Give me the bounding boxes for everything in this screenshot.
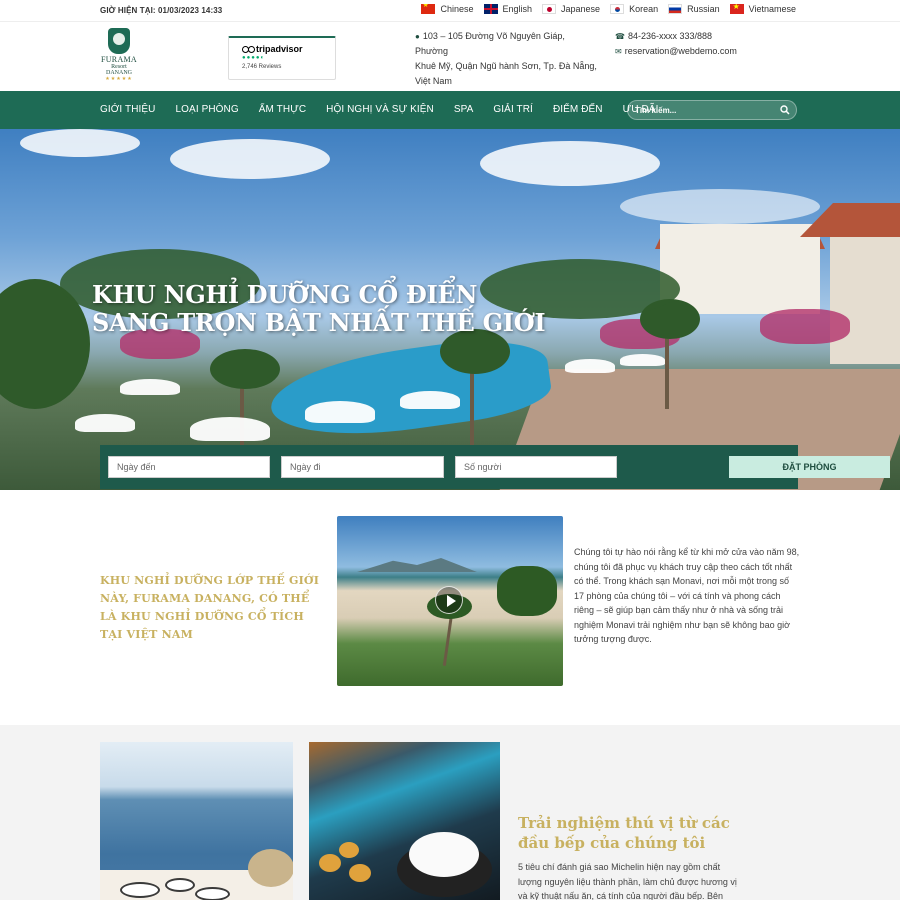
checkout-date-input[interactable] [281, 456, 444, 478]
nav-item-diem-den[interactable]: ĐIỂM ĐẾN [553, 104, 603, 115]
nav-item-am-thuc[interactable]: ẨM THỰC [259, 104, 306, 115]
japan-flag-icon [542, 4, 557, 14]
address-line-2: Khuê Mỹ, Quận Ngũ hành Sơn, Tp. Đà Nẵng, [415, 61, 597, 71]
fried-food [349, 864, 371, 882]
book-room-button[interactable]: ĐẶT PHÒNG [729, 456, 890, 478]
logo-stars: ★★★★★ [105, 76, 133, 82]
intro-section: KHU NGHỈ DƯỠNG LỚP THẾ GIỚI NÀY, FURAMA … [0, 490, 900, 725]
trees [497, 566, 557, 616]
booking-form: ĐẶT PHÒNG [100, 445, 890, 489]
hero-title-line-2: SANG TRỌN BẬT NHẤT THẾ GIỚI [92, 308, 546, 337]
search-input[interactable] [635, 104, 775, 117]
mail-icon: ✉ [615, 47, 622, 56]
plate [165, 878, 195, 892]
logo-brand: FURAMA [100, 55, 138, 64]
beach-umbrella [75, 414, 135, 432]
tripadvisor-badge[interactable]: tripadvisor ●●●●◐ 2,746 Reviews [228, 36, 336, 80]
fried-food [339, 842, 359, 858]
top-bar: GIỜ HIỆN TẠI: 01/03/2023 14:33 Chinese E… [0, 0, 900, 22]
search-box [627, 100, 797, 120]
cloud [620, 189, 820, 224]
lang-label: Russian [687, 4, 720, 14]
hero-title: KHU NGHỈ DƯỠNG CỔ ĐIỂN SANG TRỌN BẬT NHẤ… [92, 280, 546, 337]
contact-address: ● 103 – 105 Đường Võ Nguyên Giáp, Phường … [415, 29, 600, 89]
lang-korean[interactable]: Korean [610, 4, 658, 14]
phone-number[interactable]: 84-236-xxxx 333/888 [628, 31, 712, 41]
contact-phone-email: ☎ 84-236-xxxx 333/888 ✉ reservation@webdem… [615, 29, 737, 59]
plate [120, 882, 160, 898]
hero-title-line-1: KHU NGHỈ DƯỠNG CỔ ĐIỂN [92, 280, 478, 309]
lang-label: Japanese [561, 4, 601, 14]
tripadvisor-reviews: 2,746 Reviews [242, 64, 282, 70]
seaside-dining-image [100, 742, 293, 900]
rice-dish-image [309, 742, 500, 900]
nav-menu: GIỚI THIỆU LOẠI PHÒNG ẨM THỰC HỘI NGHỊ V… [100, 104, 678, 115]
straw-hat [248, 849, 293, 887]
chef-section: Trải nghiệm thú vị từ các đầu bếp của ch… [0, 725, 900, 900]
china-flag-icon [421, 4, 436, 14]
intro-heading: KHU NGHỈ DƯỠNG LỚP THẾ GIỚI NÀY, FURAMA … [100, 574, 320, 641]
checkin-date-input[interactable] [108, 456, 270, 478]
uk-flag-icon [483, 4, 498, 14]
nav-item-spa[interactable]: SPA [454, 104, 474, 115]
lang-japanese[interactable]: Japanese [542, 4, 600, 14]
palm-leaves [210, 349, 280, 389]
chef-text: 5 tiêu chí đánh giá sao Michelin hiện na… [518, 862, 737, 900]
russia-flag-icon [668, 4, 683, 14]
swimming-pool [265, 329, 555, 449]
owl-icon [242, 45, 255, 53]
map-pin-icon: ● [415, 32, 420, 41]
lang-english[interactable]: English [483, 4, 533, 14]
lang-russian[interactable]: Russian [668, 4, 720, 14]
lang-label: Vietnamese [748, 4, 796, 14]
search-icon[interactable] [780, 105, 790, 115]
plate [195, 887, 230, 900]
hotel-building-right [830, 224, 900, 364]
nav-item-hoi-nghi[interactable]: HỘI NGHỊ VÀ SỰ KIỆN [326, 104, 434, 115]
beach-umbrella [120, 379, 180, 395]
flower-bush [760, 309, 850, 344]
language-switcher: Chinese English Japanese Korean Russian … [421, 4, 796, 14]
email-address[interactable]: reservation@webdemo.com [625, 46, 737, 56]
lang-chinese[interactable]: Chinese [421, 4, 474, 14]
rice [409, 832, 479, 877]
guests-input[interactable] [455, 456, 617, 478]
vietnam-flag-icon [729, 4, 744, 14]
lang-label: Chinese [440, 4, 474, 14]
cloud [20, 129, 140, 157]
logo-emblem-icon [108, 28, 130, 54]
beach-umbrella [305, 401, 375, 423]
cloud [170, 139, 330, 179]
beach-umbrella [400, 391, 460, 409]
tripadvisor-name: tripadvisor [256, 44, 303, 54]
beach-umbrella [190, 417, 270, 441]
address-line-1: 103 – 105 Đường Võ Nguyên Giáp, Phường [415, 31, 565, 56]
cloud [480, 141, 660, 186]
current-time: GIỜ HIỆN TẠI: 01/03/2023 14:33 [100, 6, 223, 15]
beach-umbrella [620, 354, 665, 366]
tripadvisor-rating: ●●●●◐ [242, 55, 266, 61]
mountain [357, 558, 477, 572]
lang-label: English [502, 4, 533, 14]
tripadvisor-logo: tripadvisor [242, 44, 335, 54]
main-nav: GIỚI THIỆU LOẠI PHÒNG ẨM THỰC HỘI NGHỊ V… [0, 91, 900, 129]
play-icon[interactable] [435, 586, 463, 614]
chef-title: Trải nghiệm thú vị từ các đầu bếp của ch… [518, 814, 730, 852]
fried-food [319, 854, 341, 872]
nav-item-loai-phong[interactable]: LOẠI PHÒNG [176, 104, 239, 115]
site-logo[interactable]: FURAMA Resort DANANG ★★★★★ [99, 28, 139, 86]
lang-label: Korean [629, 4, 659, 14]
intro-video[interactable] [337, 516, 563, 686]
site-header: FURAMA Resort DANANG ★★★★★ tripadvisor ●… [0, 22, 900, 91]
phone-icon: ☎ [615, 32, 625, 41]
beach-umbrella [565, 359, 615, 373]
hero-banner: KHU NGHỈ DƯỠNG CỔ ĐIỂN SANG TRỌN BẬT NHẤ… [0, 129, 900, 490]
intro-text: Chúng tôi tự hào nói rằng kể từ khi mở c… [574, 547, 800, 644]
lang-vietnamese[interactable]: Vietnamese [729, 4, 796, 14]
nav-item-gioi-thieu[interactable]: GIỚI THIỆU [100, 104, 156, 115]
korea-flag-icon [610, 4, 625, 14]
address-line-3: Việt Nam [415, 76, 452, 86]
palm-trunk [665, 329, 669, 409]
nav-item-giai-tri[interactable]: GIẢI TRÍ [493, 104, 533, 115]
